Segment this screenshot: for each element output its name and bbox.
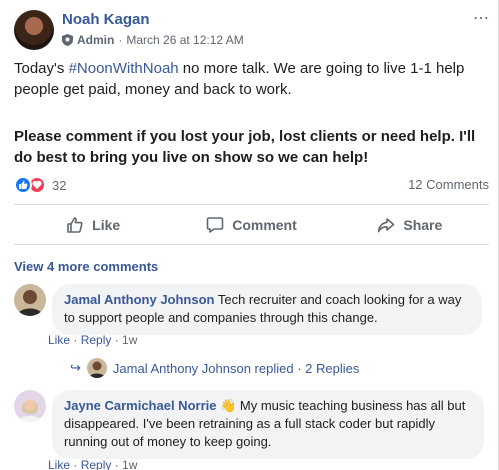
shield-icon <box>62 34 73 46</box>
post-header: Noah Kagan Admin · March 26 at 12:12 AM … <box>14 10 489 50</box>
comment-reply-link[interactable]: Reply <box>81 458 112 470</box>
facebook-post-card: Noah Kagan Admin · March 26 at 12:12 AM … <box>0 0 499 470</box>
post-text-intro: Today's <box>14 60 69 77</box>
divider <box>14 244 489 245</box>
like-button[interactable]: Like <box>14 208 172 242</box>
comment-time[interactable]: 1w <box>122 333 137 347</box>
like-label: Like <box>92 217 121 233</box>
comment-bubble: Jayne Carmichael Norrie 👋 My music teach… <box>52 390 484 459</box>
commenter-name[interactable]: Jayne Carmichael Norrie <box>64 398 216 413</box>
comment-item: Jamal Anthony Johnson Tech recruiter and… <box>14 284 484 335</box>
author-name[interactable]: Noah Kagan <box>62 11 150 28</box>
share-button[interactable]: Share <box>331 208 489 242</box>
hashtag-link[interactable]: #NoonWithNoah <box>69 60 179 77</box>
post-timestamp[interactable]: March 26 at 12:12 AM <box>126 33 243 47</box>
waving-hand-icon: 👋 <box>220 398 237 413</box>
reply-avatar <box>86 358 107 378</box>
comment-actions: Like · Reply · 1w <box>48 458 137 470</box>
action-bar: Like Comment Share <box>14 208 489 242</box>
comment-bubble: Jamal Anthony Johnson Tech recruiter and… <box>52 284 482 335</box>
thumbs-up-icon <box>14 176 32 194</box>
separator: · <box>111 458 123 470</box>
comment-time[interactable]: 1w <box>122 458 137 470</box>
divider <box>14 204 489 205</box>
commenter-name[interactable]: Jamal Anthony Johnson <box>64 292 214 307</box>
comment-actions: Like · Reply · 1w <box>48 333 137 347</box>
share-label: Share <box>403 217 443 233</box>
thumbs-up-outline-icon <box>67 217 83 233</box>
comment-like-link[interactable]: Like <box>48 333 70 347</box>
share-arrow-icon <box>378 218 395 233</box>
separator: · <box>70 333 81 347</box>
replies-summary-link[interactable]: ↪ Jamal Anthony Johnson replied · 2 Repl… <box>70 357 359 379</box>
reactions-summary[interactable]: 32 <box>14 175 66 195</box>
comment-like-link[interactable]: Like <box>48 458 70 470</box>
commenter-avatar[interactable] <box>14 284 46 316</box>
admin-badge[interactable]: Admin <box>77 33 114 47</box>
more-options-icon[interactable]: ⋯ <box>473 8 490 28</box>
comment-button[interactable]: Comment <box>172 208 330 242</box>
post-text: Today's #NoonWithNoah no more talk. We a… <box>14 58 484 100</box>
post-meta: Admin · March 26 at 12:12 AM <box>62 33 244 47</box>
comment-label: Comment <box>232 217 297 233</box>
reply-arrow-icon: ↪ <box>70 360 81 375</box>
replies-summary-text: Jamal Anthony Johnson replied · 2 Replie… <box>112 360 360 376</box>
comment-reply-link[interactable]: Reply <box>81 333 112 347</box>
comments-count[interactable]: 12 Comments <box>408 177 489 192</box>
author-avatar[interactable] <box>14 10 54 50</box>
separator: · <box>70 458 81 470</box>
reaction-count: 32 <box>52 177 67 193</box>
speech-bubble-icon <box>206 217 224 233</box>
separator: · <box>111 333 123 347</box>
post-bold-text: Please comment if you lost your job, los… <box>14 128 476 166</box>
commenter-avatar[interactable] <box>14 390 46 422</box>
meta-separator: · <box>118 33 123 47</box>
comment-item: Jayne Carmichael Norrie 👋 My music teach… <box>14 390 484 459</box>
view-more-comments-link[interactable]: View 4 more comments <box>14 259 158 274</box>
